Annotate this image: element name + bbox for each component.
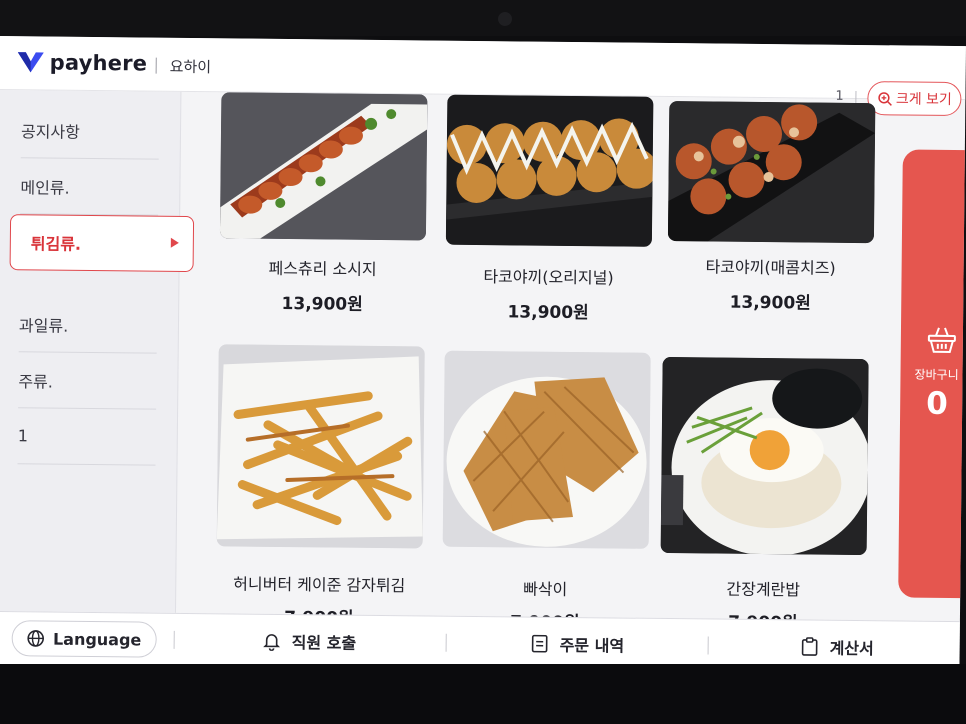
soy-egg-rice-photo [660,356,869,556]
table-number: 1 [835,88,844,104]
menu-card[interactable]: 타코야끼(오리지널) 13,900원 [444,94,656,323]
globe-icon [27,630,45,647]
sidebar-item-drinks[interactable]: 주류. [18,352,157,410]
menu-item-name: 페스츄리 소시지 [268,258,377,279]
sidebar-item-1[interactable]: 1 [17,408,157,466]
category-sidebar: 공지사항 메인류. 튀김류. 과일류. 주류. 1 [0,89,195,613]
menu-item-price: 13,900원 [729,292,811,314]
bill-button[interactable]: 계산서 [799,628,874,665]
menu-card[interactable]: 간장계란밥 7,900원 [659,356,871,633]
store-name: 요하이 [169,57,212,77]
sidebar-item-notice[interactable]: 공지사항 [20,102,160,160]
sidebar-item-label: 주류. [18,371,54,392]
menu-item-name: 허니버터 케이준 감자튀김 [233,574,406,596]
order-history-button[interactable]: 주문 내역 [529,626,624,663]
front-camera [498,12,512,26]
cart-count: 0 [926,385,948,422]
menu-item-price: 13,900원 [281,293,363,315]
sidebar-item-fruit[interactable]: 과일류. [18,296,158,354]
bill-label: 계산서 [829,638,874,659]
payhere-logo-icon [17,52,44,73]
menu-card[interactable]: 페스츄리 소시지 13,900원 [218,92,430,315]
pastry-sausage-photo [219,92,428,241]
order-history-label: 주문 내역 [559,635,625,656]
call-staff-label: 직원 호출 [291,633,357,653]
menu-card[interactable]: 타코야끼(매콤치즈) 13,900원 [666,101,877,314]
bell-icon [263,634,281,651]
menu-item-name: 빠삭이 [523,579,568,599]
takoyaki-original-photo [445,94,654,247]
cart-label: 장바구니 [914,367,959,383]
device-bezel-bottom [0,664,966,724]
menu-card[interactable]: 허니버터 케이준 감자튀김 7,900원 [215,344,427,629]
basket-icon [927,327,956,353]
call-staff-button[interactable]: 직원 호출 [261,623,356,660]
sidebar-item-label: 메인류. [20,177,70,198]
bottom-divider [173,630,175,649]
sidebar-item-label: 튀김류. [30,234,82,254]
sidebar-item-label: 공지사항 [20,121,80,142]
sidebar-item-fried[interactable]: 튀김류. [9,214,195,273]
zoom-view-button[interactable]: 크게 보기 [867,81,962,117]
sidebar-item-label: 1 [17,426,29,446]
brand-name: payhere [49,50,148,76]
menu-item-name: 간장계란밥 [726,579,801,600]
bottom-divider [707,636,709,655]
menu-item-price: 13,900원 [507,302,589,324]
kiosk-screen: payhere 요하이 1 크게 보기 공지사항 메인류. 튀김류. 과일류. [0,36,966,675]
takoyaki-spicy-cheese-photo [667,101,876,244]
zoom-in-icon [877,91,892,106]
crispy-chips-photo [442,350,651,549]
language-button[interactable]: Language [11,620,157,658]
language-label: Language [52,629,142,650]
menu-card[interactable]: 빠삭이 7,900원 [441,350,653,633]
document-icon [531,634,548,653]
clipboard-icon [801,637,818,656]
cajun-fries-photo [216,344,425,549]
sidebar-item-label: 과일류. [18,315,69,336]
device-bezel-top [0,0,966,36]
header: payhere 요하이 1 크게 보기 [0,36,966,117]
cart-panel[interactable]: 장바구니 0 [898,149,966,599]
bottom-divider [445,633,447,652]
menu-item-name: 타코야끼(매콤치즈) [705,257,836,278]
chevron-right-icon [170,237,179,248]
header-divider [155,57,157,74]
sidebar-item-main[interactable]: 메인류. [20,158,159,216]
zoom-view-label: 크게 보기 [895,91,952,108]
menu-item-name: 타코야끼(오리지널) [483,267,614,288]
